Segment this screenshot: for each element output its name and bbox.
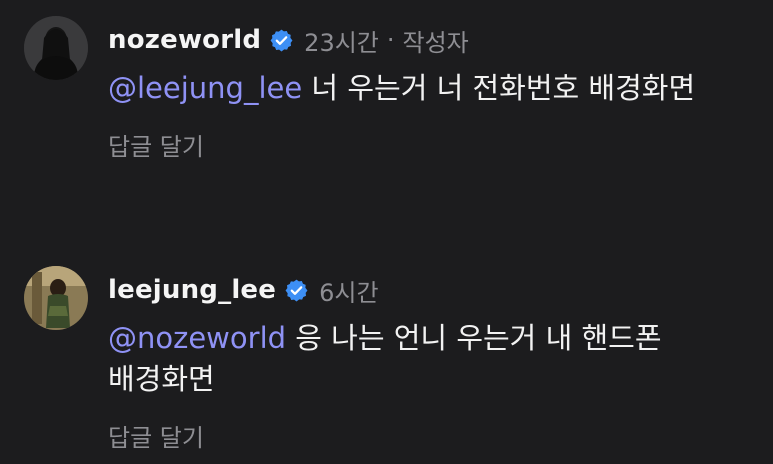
- timestamp: 6시간: [319, 278, 379, 307]
- reply-button[interactable]: 답글 달기: [108, 418, 204, 453]
- verified-badge-icon: [269, 28, 294, 53]
- reply-button[interactable]: 답글 달기: [108, 127, 204, 162]
- verified-badge-icon: [284, 278, 309, 303]
- profile-photo-icon: [24, 16, 88, 80]
- separator: ·: [386, 26, 395, 54]
- avatar[interactable]: [24, 16, 88, 80]
- username[interactable]: leejung_lee: [108, 275, 276, 305]
- timestamp: 23시간: [304, 28, 379, 57]
- username[interactable]: nozeworld: [108, 25, 261, 55]
- mention-link[interactable]: @leejung_lee: [108, 71, 302, 105]
- comment-body: 너 우는거 너 전화번호 배경화면: [302, 71, 696, 105]
- comment-text: @nozeworld 응 나는 언니 우는거 내 핸드폰 배경화면: [108, 318, 749, 400]
- profile-photo-icon: [24, 266, 88, 330]
- mention-link[interactable]: @nozeworld: [108, 321, 286, 355]
- author-tag: 작성자: [402, 28, 469, 57]
- avatar[interactable]: [24, 266, 88, 330]
- comment-text: @leejung_lee 너 우는거 너 전화번호 배경화면: [108, 68, 749, 109]
